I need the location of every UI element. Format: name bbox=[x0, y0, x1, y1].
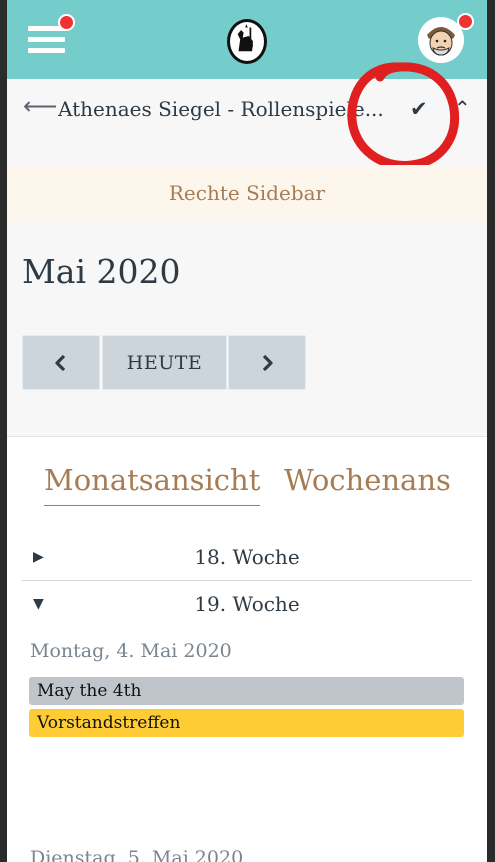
hamburger-menu-button[interactable] bbox=[28, 26, 66, 58]
chevron-right-icon bbox=[262, 354, 273, 371]
hamburger-icon-line bbox=[28, 37, 65, 42]
check-icon[interactable]: ✔ bbox=[410, 97, 428, 121]
top-bar bbox=[7, 0, 487, 79]
app-frame: ⟵ Athenaes Siegel - Rollenspiele... ✔ ⌃ … bbox=[7, 0, 487, 862]
tab-month-view[interactable]: Monatsansicht bbox=[44, 463, 261, 506]
today-button[interactable]: HEUTE bbox=[102, 335, 227, 390]
month-title: Mai 2020 bbox=[22, 252, 181, 291]
week-row-18[interactable]: ▶ 18. Woche bbox=[22, 535, 472, 581]
prev-month-button[interactable] bbox=[22, 335, 100, 390]
week-label: 19. Woche bbox=[194, 592, 300, 616]
calendar-event[interactable]: May the 4th bbox=[29, 677, 464, 705]
calendar-event[interactable]: Vorstandstreffen bbox=[29, 709, 464, 737]
tab-week-view[interactable]: Wochenans bbox=[284, 463, 451, 497]
right-sidebar-toggle[interactable]: Rechte Sidebar bbox=[7, 165, 487, 222]
next-month-button[interactable] bbox=[228, 335, 306, 390]
week-label: 18. Woche bbox=[194, 545, 300, 569]
day-label: Montag, 4. Mai 2020 bbox=[30, 640, 232, 662]
arrow-left-icon[interactable]: ⟵ bbox=[23, 92, 57, 120]
chevron-up-icon[interactable]: ⌃ bbox=[454, 96, 471, 120]
hamburger-icon-line bbox=[28, 48, 65, 53]
chevron-left-icon bbox=[55, 354, 66, 371]
page-title: Athenaes Siegel - Rollenspiele... bbox=[58, 97, 384, 121]
page-header-bar bbox=[7, 79, 487, 165]
avatar-notification-dot bbox=[457, 13, 474, 30]
week-row-19[interactable]: ▼ 19. Woche bbox=[22, 582, 472, 628]
athena-logo-icon[interactable] bbox=[227, 19, 267, 64]
day-label: Dienstag, 5. Mai 2020 bbox=[30, 847, 244, 862]
calendar-content: Monatsansicht Wochenans ▶ 18. Woche ▼ 19… bbox=[7, 436, 487, 862]
menu-notification-dot bbox=[58, 14, 75, 31]
